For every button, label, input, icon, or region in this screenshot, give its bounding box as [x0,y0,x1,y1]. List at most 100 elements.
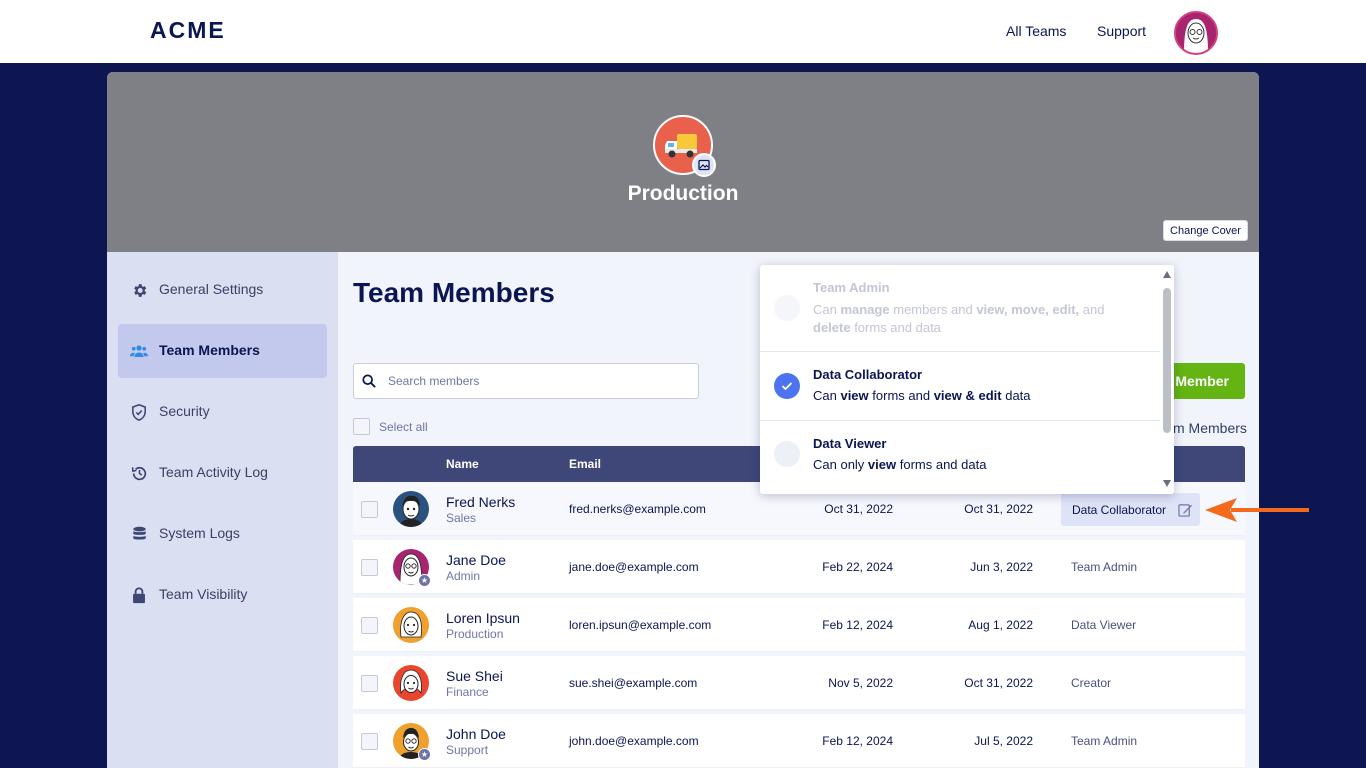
member-avatar [393,607,429,643]
member-role[interactable]: Team Admin [1071,560,1137,574]
sidebar-item-team-members[interactable]: Team Members [118,324,327,378]
role-selector[interactable]: Data Collaborator [1061,493,1200,526]
member-name: Loren Ipsun [446,610,520,626]
image-icon [698,159,710,171]
top-bar: ACME All Teams Support [0,0,1366,63]
role-option-description: Can view forms and view & edit data [813,388,1031,403]
member-department: Admin [446,569,481,583]
member-department: Support [446,743,489,757]
table-row[interactable]: Sue Shei Finance sue.shei@example.com No… [353,656,1245,710]
history-icon [130,464,148,482]
scroll-down-arrow-icon[interactable] [1163,480,1171,487]
role-option-team-admin[interactable]: Team Admin Can manage members and view, … [760,265,1160,351]
member-date-2: Jul 5, 2022 [974,734,1033,748]
role-radio-selected[interactable] [774,373,800,399]
member-email: loren.ipsun@example.com [569,618,712,632]
scrollbar-thumb[interactable] [1163,288,1171,433]
member-name: Fred Nerks [446,494,516,510]
member-date-2: Oct 31, 2022 [964,502,1033,516]
page-title: Team Members [353,277,555,308]
sidebar-item-label: Team Members [159,342,260,358]
member-name: Jane Doe [446,552,506,568]
lock-icon [130,586,148,604]
settings-sidebar: General Settings Team Members Security T… [107,252,338,768]
edit-icon [1178,503,1193,522]
role-option-title: Data Collaborator [813,367,923,382]
change-cover-button[interactable]: Change Cover [1163,220,1248,241]
member-avatar-icon [393,607,429,643]
role-option-data-viewer[interactable]: Data Viewer Can only view forms and data [760,421,1160,491]
user-avatar[interactable] [1174,11,1218,55]
row-checkbox[interactable] [361,617,378,634]
users-icon [130,342,148,360]
role-radio[interactable] [774,295,800,321]
select-all-checkbox[interactable] [353,418,370,435]
member-name: John Doe [446,726,506,742]
nav-support-link[interactable]: Support [1097,23,1146,39]
member-date-1: Oct 31, 2022 [824,502,893,516]
member-date-2: Aug 1, 2022 [968,618,1033,632]
acme-logo[interactable]: ACME [150,17,226,44]
member-avatar-icon [393,665,429,701]
sidebar-item-label: Team Activity Log [159,464,268,480]
search-input[interactable] [388,372,688,390]
sidebar-item-team-activity-log[interactable]: Team Activity Log [118,446,327,500]
column-header-name[interactable]: Name [446,457,479,471]
admin-star-icon: ★ [418,574,431,587]
member-date-2: Oct 31, 2022 [964,676,1033,690]
member-date-1: Feb 12, 2024 [822,618,893,632]
member-email: fred.nerks@example.com [569,502,706,516]
role-radio[interactable] [774,441,800,467]
gear-icon [130,281,148,299]
sidebar-item-label: Team Visibility [159,586,248,602]
role-option-description: Can manage members and view, move, edit,… [813,302,1105,335]
table-row[interactable]: Loren Ipsun Production loren.ipsun@examp… [353,598,1245,652]
table-row[interactable]: ★ Jane Doe Admin jane.doe@example.com Fe… [353,540,1245,594]
select-all[interactable]: Select all [353,418,428,435]
table-row[interactable]: ★ John Doe Support john.doe@example.com … [353,714,1245,768]
role-option-title: Data Viewer [813,436,887,451]
row-checkbox[interactable] [361,501,378,518]
column-header-email[interactable]: Email [569,457,601,471]
member-role[interactable]: Data Viewer [1071,618,1136,632]
members-link[interactable]: m Members [1173,420,1247,436]
row-checkbox[interactable] [361,559,378,576]
sidebar-item-security[interactable]: Security [118,385,327,439]
member-name: Sue Shei [446,668,503,684]
select-all-label: Select all [379,419,428,434]
role-option-description: Can only view forms and data [813,457,987,472]
sidebar-item-label: Security [159,403,210,419]
search-box[interactable] [353,363,699,399]
member-email: sue.shei@example.com [569,676,698,690]
member-role[interactable]: Team Admin [1071,734,1137,748]
sidebar-item-label: System Logs [159,525,240,541]
team-name: Production [627,182,739,205]
member-department: Sales [446,511,477,525]
add-member-button-label: Member [1175,373,1229,389]
member-email: john.doe@example.com [569,734,699,748]
nav-all-teams-link[interactable]: All Teams [1006,23,1066,39]
scroll-up-arrow-icon[interactable] [1163,271,1171,278]
change-logo-button[interactable] [692,153,716,177]
database-icon [130,525,148,543]
role-dropdown: Team Admin Can manage members and view, … [760,265,1174,494]
member-date-2: Jun 3, 2022 [970,560,1033,574]
team-cover: Production Change Cover [107,72,1259,252]
role-option-data-collaborator[interactable]: Data Collaborator Can view forms and vie… [760,352,1160,420]
member-avatar-icon [393,491,429,527]
member-date-1: Nov 5, 2022 [828,676,893,690]
role-selector-label: Data Collaborator [1072,503,1167,517]
row-checkbox[interactable] [361,675,378,692]
sidebar-item-team-visibility[interactable]: Team Visibility [118,568,327,622]
annotation-arrow-icon [1205,498,1309,522]
sidebar-item-system-logs[interactable]: System Logs [118,507,327,561]
sidebar-item-general-settings[interactable]: General Settings [118,263,327,317]
user-avatar-icon [1176,13,1216,53]
row-checkbox[interactable] [361,733,378,750]
admin-star-icon: ★ [418,748,431,761]
check-icon [781,382,793,391]
member-role[interactable]: Creator [1071,676,1111,690]
member-avatar [393,491,429,527]
shield-icon [130,403,148,421]
search-icon [362,374,376,393]
